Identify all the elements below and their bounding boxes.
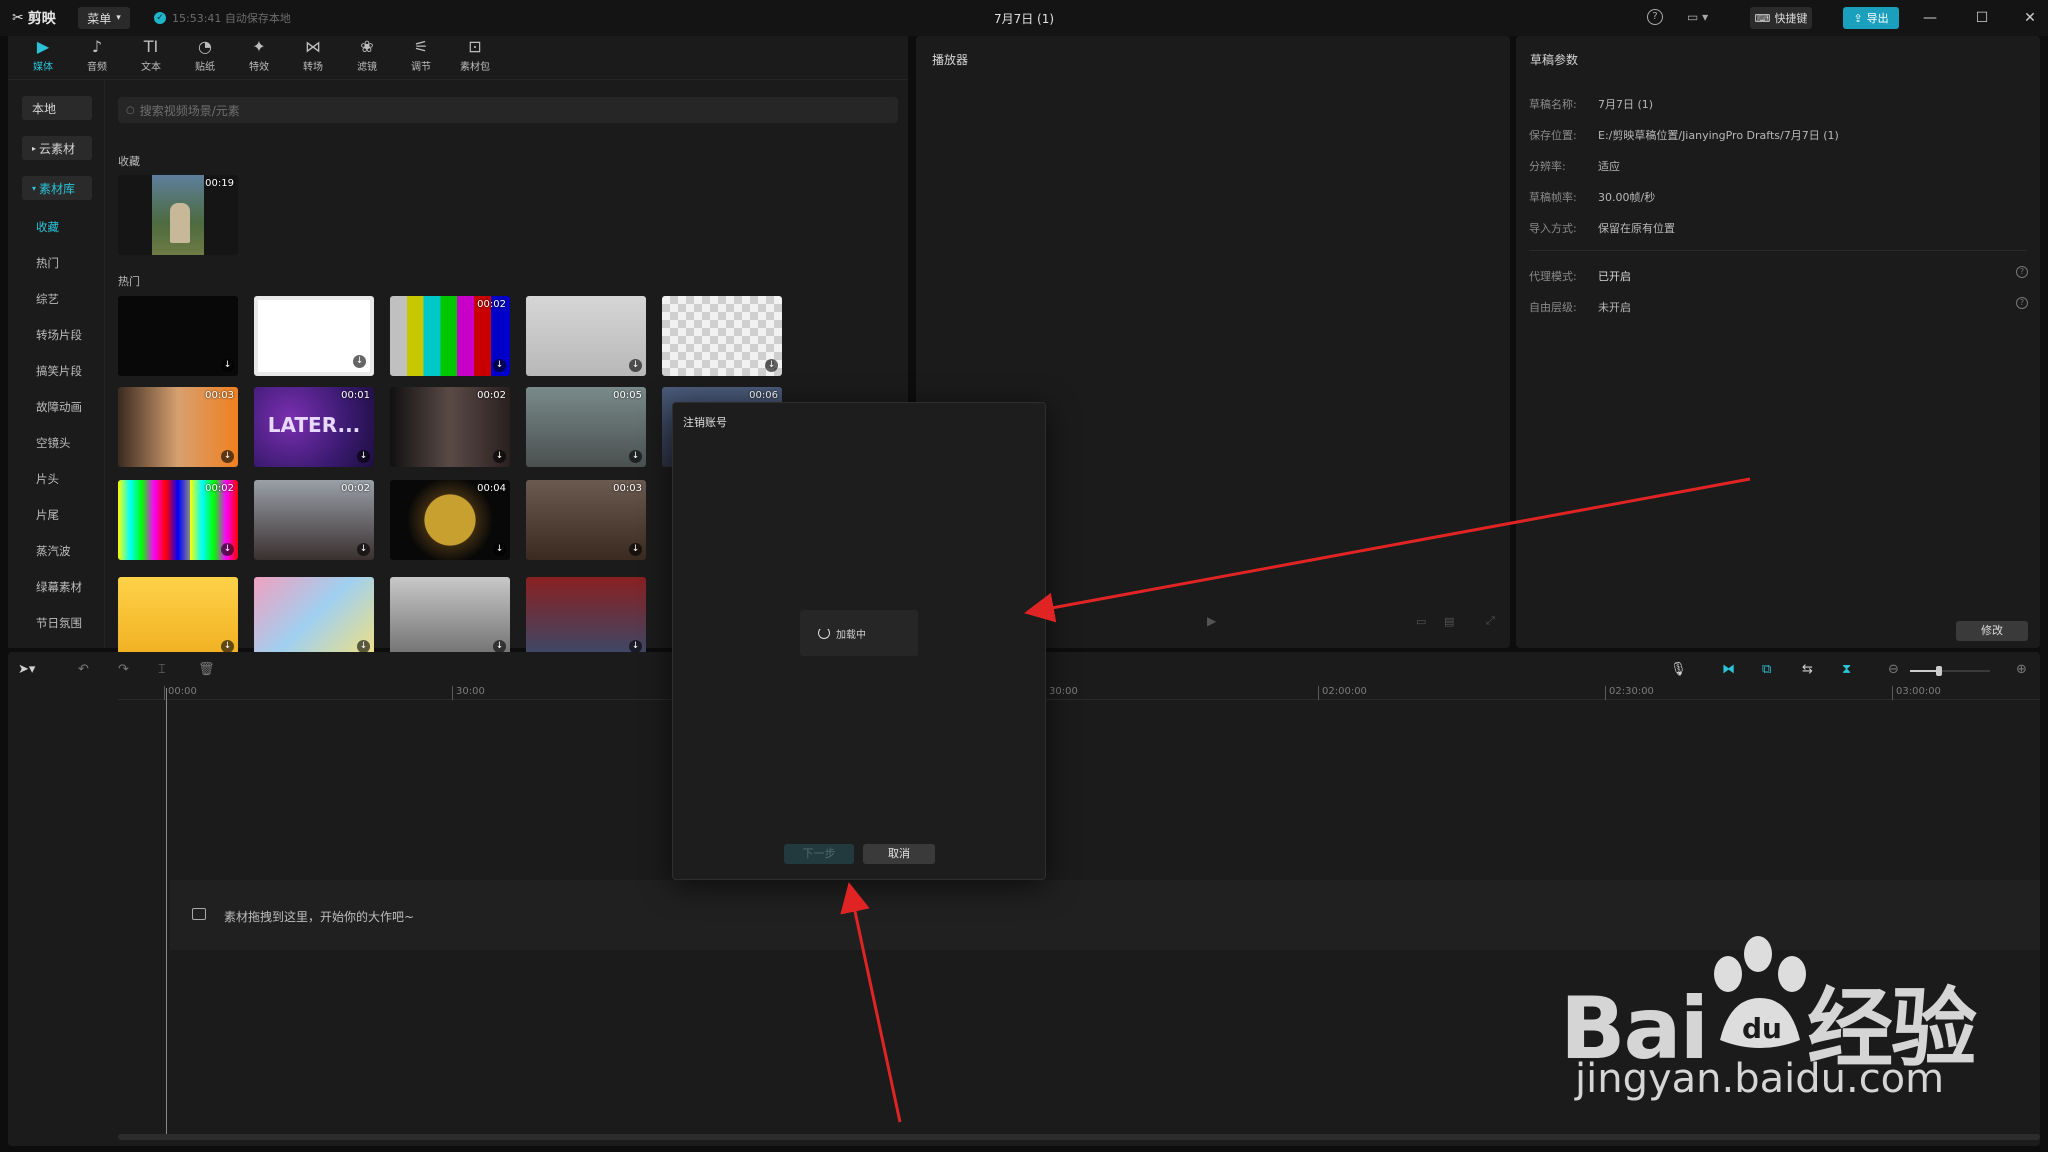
paw-icon: du — [1714, 936, 1806, 1048]
arrow-to-dialog — [1024, 477, 1751, 623]
watermark-url: jingyan.baidu.com — [1575, 1056, 1945, 1102]
baidu-watermark: Bai 经验 du jingyan.baidu.com — [1560, 930, 2020, 1120]
svg-text:du: du — [1742, 1012, 1782, 1045]
arrow-to-buttons — [840, 882, 902, 1123]
